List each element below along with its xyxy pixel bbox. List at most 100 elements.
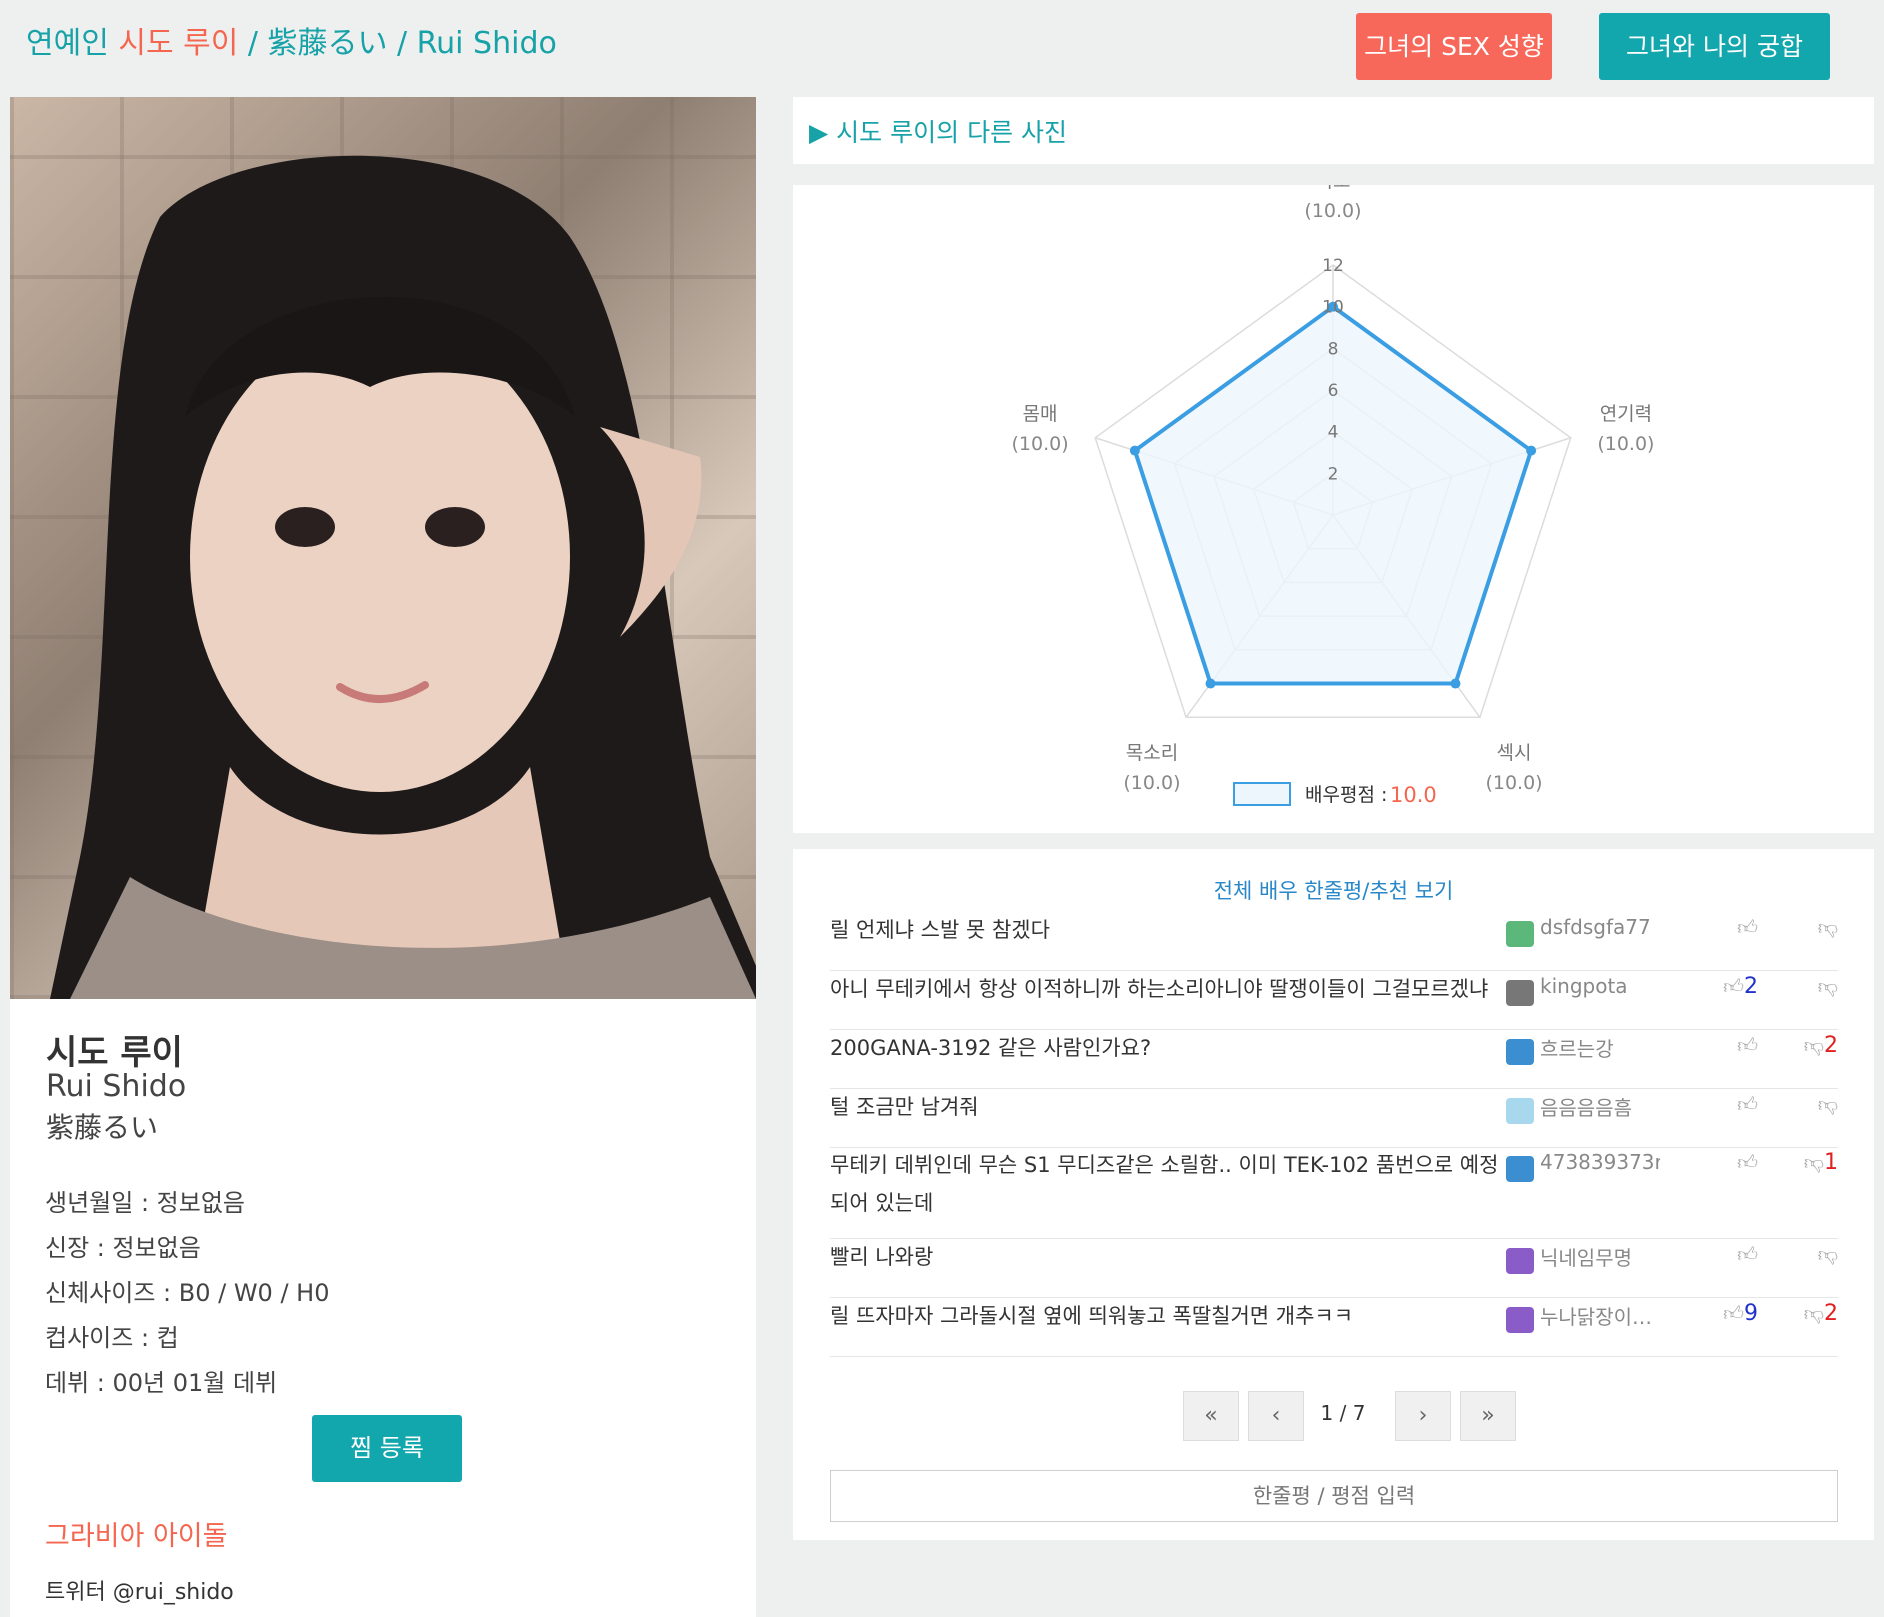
- profile-photo: [10, 97, 756, 999]
- thumbs-up-icon: 👍︎: [1737, 1150, 1758, 1174]
- user-level-icon: [1506, 1039, 1534, 1065]
- upvote-button[interactable]: 👍︎: [1710, 1150, 1758, 1175]
- review-user[interactable]: 누나닭장이…: [1540, 1301, 1660, 1330]
- thumbs-up-icon: 👍︎: [1723, 974, 1744, 998]
- review-user[interactable]: 흐르는강: [1540, 1033, 1660, 1062]
- radar-axis-label: 몸매: [1023, 403, 1058, 425]
- prev-page-button[interactable]: ‹: [1248, 1391, 1304, 1441]
- upvote-button[interactable]: 👍︎2: [1710, 974, 1758, 999]
- review-row: 200GANA-3192 같은 사람인가요? 흐르는강 👍︎ 👎︎2: [830, 1029, 1838, 1089]
- review-row: 릴 언제냐 스발 못 참겠다 dsfdsgfa77 👍︎ 👎︎: [830, 911, 1838, 971]
- title-rest: / 紫藤るい / Rui Shido: [247, 26, 557, 61]
- review-text: 릴 뜨자마자 그라돌시절 옆에 띄워놓고 폭딸칠거면 개추ㅋㅋ: [830, 1304, 1354, 1328]
- downvote-button[interactable]: 👎︎2: [1778, 1301, 1838, 1326]
- review-user[interactable]: 닉네임무명: [1540, 1242, 1660, 1271]
- rating-chart: 2 4 6 8 10 12 외모 (10.0) 연기력 (10.0) 섹시 (10.0) 목소리 (10.…: [793, 185, 1874, 833]
- profile-name-english: Rui Shido: [46, 1069, 187, 1104]
- downvote-button[interactable]: 👎︎: [1778, 915, 1838, 940]
- reviews-panel: 전체 배우 한줄평/추천 보기 릴 언제냐 스발 못 참겠다 dsfdsgfa77…: [793, 849, 1874, 1540]
- portrait-illustration: [50, 155, 756, 999]
- info-body-size: 신체사이즈 : B0 / W0 / H0: [45, 1279, 330, 1307]
- downvote-count: 2: [1824, 1033, 1838, 1058]
- page-indicator: 1 / 7: [1320, 1401, 1366, 1425]
- downvote-button[interactable]: 👎︎: [1778, 1242, 1838, 1267]
- radar-axis-label: 섹시: [1497, 742, 1532, 764]
- radar-axis-label: 연기력: [1600, 403, 1652, 425]
- review-row: 털 조금만 남겨줘 음음음음흠 👍︎ 👎︎: [830, 1088, 1838, 1148]
- upvote-count: 2: [1744, 974, 1758, 999]
- upvote-button[interactable]: 👍︎: [1710, 1092, 1758, 1117]
- radar-axis-score: (10.0): [1597, 433, 1654, 455]
- downvote-count: 2: [1824, 1301, 1838, 1326]
- downvote-button[interactable]: 👎︎: [1778, 1092, 1838, 1117]
- user-level-icon: [1506, 1098, 1534, 1124]
- review-text: 200GANA-3192 같은 사람인가요?: [830, 1036, 1152, 1060]
- review-input-button[interactable]: 한줄평 / 평점 입력: [830, 1470, 1838, 1522]
- upvote-button[interactable]: 👍︎: [1710, 1242, 1758, 1267]
- profile-panel: 시도 루이 Rui Shido 紫藤るい 생년월일 : 정보없음 신장 : 정보…: [10, 97, 756, 1617]
- first-page-button[interactable]: «: [1183, 1391, 1239, 1441]
- legend-label: 배우평점 :: [1305, 784, 1387, 806]
- category-label: 그라비아 아이돌: [45, 1521, 228, 1552]
- compatibility-button[interactable]: 그녀와 나의 궁합: [1599, 13, 1830, 80]
- review-text: 아니 무테키에서 항상 이적하니까 하는소리아니야 딸쟁이들이 그걸모르겠냐: [830, 977, 1489, 1001]
- page-title: 연예인 시도 루이 / 紫藤るい / Rui Shido: [26, 18, 557, 62]
- thumbs-down-icon: 👎︎: [1803, 1301, 1824, 1325]
- radar-point: [1450, 678, 1461, 689]
- thumbs-up-icon: 👍︎: [1737, 1033, 1758, 1057]
- radar-tick-label: 6: [1328, 381, 1339, 401]
- review-user[interactable]: 473839373r: [1540, 1150, 1660, 1174]
- profile-name-korean: 시도 루이: [46, 1033, 183, 1073]
- review-user[interactable]: dsfdsgfa77: [1540, 915, 1660, 939]
- info-height: 신장 : 정보없음: [45, 1234, 201, 1262]
- profile-name-japanese: 紫藤るい: [46, 1111, 159, 1144]
- review-row: 무테키 데뷔인데 무슨 S1 무디즈같은 소릴함.. 이미 TEK-102 품번…: [830, 1146, 1838, 1239]
- twitter-link[interactable]: 트위터 @rui_shido: [45, 1574, 234, 1606]
- user-level-icon: [1506, 980, 1534, 1006]
- last-page-button[interactable]: »: [1460, 1391, 1516, 1441]
- thumbs-down-icon: 👎︎: [1817, 1242, 1838, 1266]
- other-photos-link[interactable]: ▶ 시도 루이의 다른 사진: [809, 113, 1067, 149]
- thumbs-up-icon: 👍︎: [1737, 1242, 1758, 1266]
- other-photos-box: ▶ 시도 루이의 다른 사진: [793, 97, 1874, 164]
- review-text: 릴 언제냐 스발 못 참겠다: [830, 918, 1050, 942]
- next-page-button[interactable]: ›: [1395, 1391, 1451, 1441]
- thumbs-down-icon: 👎︎: [1817, 1092, 1838, 1116]
- user-level-icon: [1506, 1248, 1534, 1274]
- downvote-button[interactable]: 👎︎1: [1778, 1150, 1838, 1175]
- radar-axis-score: (10.0): [1012, 433, 1069, 455]
- downvote-button[interactable]: 👎︎: [1778, 974, 1838, 999]
- radar-tick-label: 12: [1322, 256, 1344, 276]
- review-row: 빨리 나와랑 닉네임무명 👍︎ 👎︎: [830, 1238, 1838, 1298]
- radar-point: [1129, 445, 1140, 456]
- upvote-button[interactable]: 👍︎9: [1710, 1301, 1758, 1326]
- thumbs-down-icon: 👎︎: [1803, 1033, 1824, 1057]
- review-row: 아니 무테키에서 항상 이적하니까 하는소리아니야 딸쟁이들이 그걸모르겠냐 ki…: [830, 970, 1838, 1030]
- upvote-button[interactable]: 👍︎: [1710, 1033, 1758, 1058]
- radar-tick-label: 8: [1328, 339, 1339, 359]
- all-reviews-link[interactable]: 전체 배우 한줄평/추천 보기: [793, 875, 1874, 905]
- radar-axis-score: (10.0): [1485, 772, 1542, 794]
- radar-point: [1205, 678, 1216, 689]
- review-text: 빨리 나와랑: [830, 1245, 934, 1269]
- favorite-button[interactable]: 찜 등록: [312, 1415, 462, 1482]
- thumbs-up-icon: 👍︎: [1737, 915, 1758, 939]
- title-prefix: 연예인: [26, 26, 109, 61]
- radar-chart-svg: 2 4 6 8 10 12 외모 (10.0) 연기력 (10.0) 섹시 (10.0) 목소리 (10.…: [1012, 185, 1655, 807]
- user-level-icon: [1506, 921, 1534, 947]
- upvote-button[interactable]: 👍︎: [1710, 915, 1758, 940]
- user-level-icon: [1506, 1156, 1534, 1182]
- thumbs-down-icon: 👎︎: [1817, 974, 1838, 998]
- review-text: 무테키 데뷔인데 무슨 S1 무디즈같은 소릴함.. 이미 TEK-102 품번…: [830, 1153, 1499, 1215]
- review-user[interactable]: 음음음음흠: [1540, 1092, 1660, 1121]
- radar-axis-score: (10.0): [1304, 200, 1361, 222]
- thumbs-down-icon: 👎︎: [1817, 915, 1838, 939]
- downvote-button[interactable]: 👎︎2: [1778, 1033, 1838, 1058]
- sex-tendency-button[interactable]: 그녀의 SEX 성향: [1356, 13, 1552, 80]
- radar-axis-label: 외모: [1316, 185, 1351, 192]
- upvote-count: 9: [1744, 1301, 1758, 1326]
- thumbs-down-icon: 👎︎: [1803, 1150, 1824, 1174]
- radar-tick-label: 10: [1322, 298, 1344, 318]
- radar-tick-label: 4: [1328, 423, 1339, 443]
- review-user[interactable]: kingpota: [1540, 974, 1660, 998]
